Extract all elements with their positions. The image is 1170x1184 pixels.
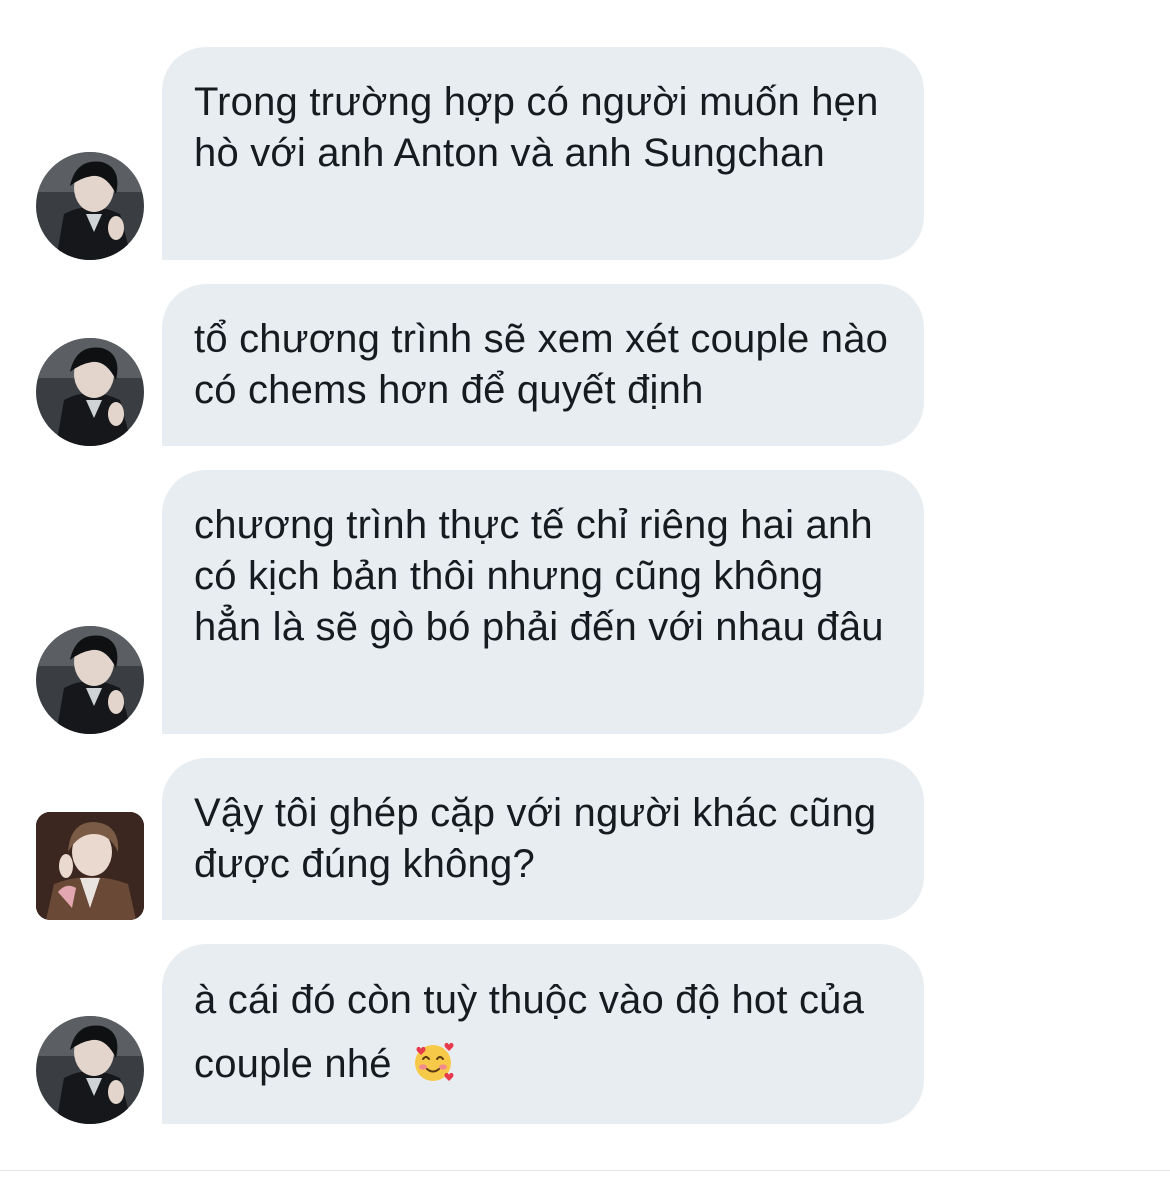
message-text: Trong trường hợp có người muốn hẹn hò vớ… (194, 80, 879, 175)
message-text: à cái đó còn tuỳ thuộc vào độ hot của co… (194, 978, 865, 1086)
user-a-avatar[interactable] (36, 152, 144, 260)
user-a-avatar[interactable] (36, 1016, 144, 1124)
user-a-avatar[interactable] (36, 338, 144, 446)
message-bubble[interactable]: tổ chương trình sẽ xem xét couple nào có… (162, 284, 924, 446)
message-bubble[interactable]: Trong trường hợp có người muốn hẹn hò vớ… (162, 47, 924, 260)
message-thread: Trong trường hợp có người muốn hẹn hò vớ… (0, 0, 1170, 1184)
message-text: tổ chương trình sẽ xem xét couple nào có… (194, 317, 889, 412)
message-bubble[interactable]: chương trình thực tế chỉ riêng hai anh c… (162, 470, 924, 734)
message-text: chương trình thực tế chỉ riêng hai anh c… (194, 503, 884, 649)
message-bubble[interactable]: Vậy tôi ghép cặp với người khác cũng đượ… (162, 758, 924, 920)
user-b-avatar[interactable] (36, 812, 144, 920)
message-bubble[interactable]: à cái đó còn tuỳ thuộc vào độ hot của co… (162, 944, 924, 1124)
message-text: Vậy tôi ghép cặp với người khác cũng đượ… (194, 791, 877, 886)
user-a-avatar[interactable] (36, 626, 144, 734)
smiling-face-with-hearts-icon (411, 1040, 455, 1084)
divider (0, 1170, 1170, 1171)
